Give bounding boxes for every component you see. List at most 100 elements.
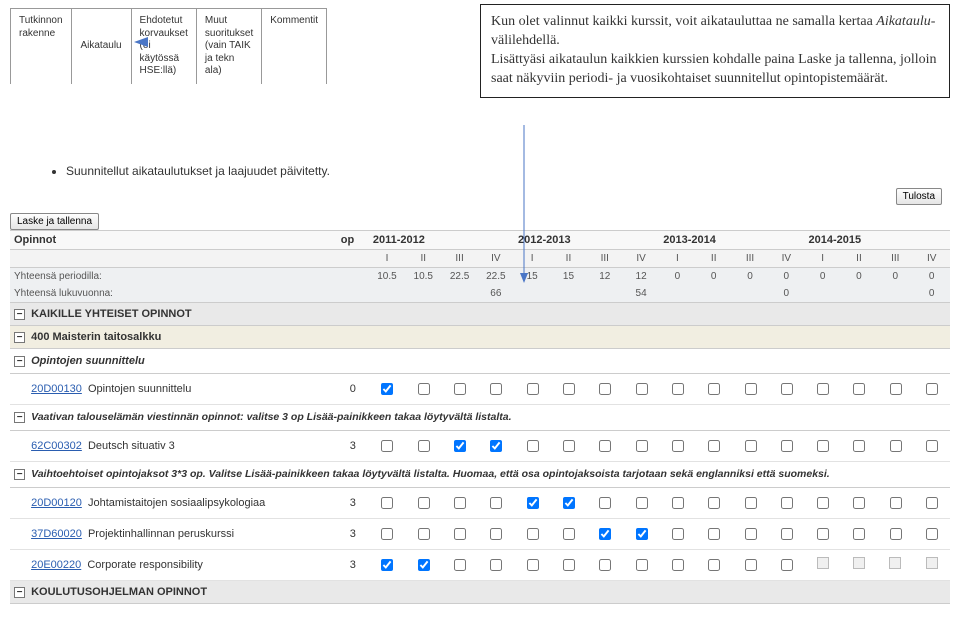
period-checkbox[interactable]	[745, 440, 757, 452]
period-checkbox[interactable]	[527, 383, 539, 395]
period-checkbox[interactable]	[926, 497, 938, 509]
period-checkbox[interactable]	[381, 440, 393, 452]
tab-muut-suoritukset[interactable]: Muutsuoritukset(vain TAIKja teknala)	[197, 8, 262, 84]
period-checkbox[interactable]	[926, 528, 938, 540]
period-checkbox[interactable]	[418, 497, 430, 509]
period-checkbox[interactable]	[745, 497, 757, 509]
annotation-text: Kun olet valinnut kaikki kurssit, voit a…	[491, 14, 876, 29]
period-checkbox[interactable]	[563, 383, 575, 395]
period-checkbox[interactable]	[418, 559, 430, 571]
course-code-link[interactable]: 20E00220	[31, 559, 81, 571]
period-checkbox[interactable]	[890, 383, 902, 395]
tab-tutkinnon-rakenne[interactable]: Tutkinnonrakenne	[10, 8, 72, 84]
print-button[interactable]: Tulosta	[896, 188, 942, 205]
period-checkbox[interactable]	[454, 497, 466, 509]
period-checkbox[interactable]	[454, 440, 466, 452]
period-checkbox[interactable]	[381, 559, 393, 571]
period-checkbox[interactable]	[708, 559, 720, 571]
period-checkbox[interactable]	[527, 559, 539, 571]
period-checkbox[interactable]	[636, 383, 648, 395]
period-checkbox[interactable]	[853, 440, 865, 452]
col-year-1: 2011-2012	[369, 230, 514, 249]
period-checkbox[interactable]	[490, 528, 502, 540]
period-checkbox[interactable]	[636, 440, 648, 452]
collapse-toggle[interactable]: −	[14, 332, 25, 343]
period-checkbox[interactable]	[817, 497, 829, 509]
period-checkbox[interactable]	[381, 497, 393, 509]
period-checkbox[interactable]	[636, 528, 648, 540]
period-checkbox[interactable]	[418, 528, 430, 540]
period-checkbox[interactable]	[381, 528, 393, 540]
period-checkbox[interactable]	[926, 440, 938, 452]
period-checkbox[interactable]	[490, 559, 502, 571]
collapse-toggle[interactable]: −	[14, 412, 25, 423]
period-checkbox[interactable]	[418, 383, 430, 395]
period-checkbox[interactable]	[781, 383, 793, 395]
tab-label: Kommentit	[270, 15, 318, 26]
collapse-toggle[interactable]: −	[14, 356, 25, 367]
period-checkbox[interactable]	[890, 440, 902, 452]
period-checkbox[interactable]	[708, 440, 720, 452]
course-code-link[interactable]: 37D60020	[31, 528, 82, 540]
period-checkbox[interactable]	[672, 559, 684, 571]
period-checkbox[interactable]	[454, 383, 466, 395]
period-checkbox[interactable]	[527, 497, 539, 509]
period-checkbox[interactable]	[636, 497, 648, 509]
period-checkbox[interactable]	[781, 497, 793, 509]
period-checkbox[interactable]	[817, 528, 829, 540]
period-checkbox[interactable]	[853, 528, 865, 540]
course-code-link[interactable]: 20D00120	[31, 497, 82, 509]
period-checkbox[interactable]	[708, 383, 720, 395]
period-checkbox[interactable]	[527, 440, 539, 452]
tab-kommentit[interactable]: Kommentit	[262, 8, 327, 84]
course-code-link[interactable]: 62C00302	[31, 440, 82, 452]
period-checkbox[interactable]	[418, 440, 430, 452]
period-checkbox[interactable]	[599, 440, 611, 452]
period-checkbox[interactable]	[381, 383, 393, 395]
period-checkbox[interactable]	[563, 528, 575, 540]
period-checkbox[interactable]	[781, 559, 793, 571]
period-checkbox[interactable]	[926, 383, 938, 395]
period-checkbox[interactable]	[563, 440, 575, 452]
col-opinnot: Opinnot	[10, 230, 337, 249]
period-checkbox[interactable]	[490, 383, 502, 395]
period-checkbox[interactable]	[890, 497, 902, 509]
period-checkbox[interactable]	[599, 497, 611, 509]
period-checkbox[interactable]	[454, 528, 466, 540]
collapse-toggle[interactable]: −	[14, 469, 25, 480]
tab-aikataulu[interactable]: Aikataulu	[72, 8, 132, 84]
period-checkbox[interactable]	[817, 383, 829, 395]
period-checkbox[interactable]	[454, 559, 466, 571]
period-checkbox[interactable]	[817, 440, 829, 452]
period-checkbox[interactable]	[636, 559, 648, 571]
collapse-toggle[interactable]: −	[14, 587, 25, 598]
period-checkbox[interactable]	[708, 497, 720, 509]
period-checkbox[interactable]	[781, 440, 793, 452]
period-checkbox[interactable]	[490, 440, 502, 452]
period-checkbox[interactable]	[672, 383, 684, 395]
period-checkbox[interactable]	[708, 528, 720, 540]
period-checkbox-disabled	[889, 557, 901, 569]
period-checkbox[interactable]	[672, 497, 684, 509]
period-checkbox[interactable]	[599, 528, 611, 540]
period-checkbox[interactable]	[563, 497, 575, 509]
period-checkbox[interactable]	[490, 497, 502, 509]
period-checkbox[interactable]	[672, 528, 684, 540]
period-checkbox[interactable]	[745, 383, 757, 395]
period-checkbox[interactable]	[527, 528, 539, 540]
period-checkbox[interactable]	[745, 559, 757, 571]
period-checkbox[interactable]	[890, 528, 902, 540]
course-code-link[interactable]: 20D00130	[31, 383, 82, 395]
period-checkbox[interactable]	[599, 559, 611, 571]
period-checkbox[interactable]	[853, 383, 865, 395]
period-checkbox[interactable]	[563, 559, 575, 571]
col-year-4: 2014-2015	[805, 230, 950, 249]
status-message: Suunnitellut aikataulutukset ja laajuude…	[66, 164, 960, 178]
period-checkbox[interactable]	[599, 383, 611, 395]
period-checkbox[interactable]	[781, 528, 793, 540]
period-checkbox[interactable]	[853, 497, 865, 509]
calc-save-button[interactable]: Laske ja tallenna	[10, 213, 99, 230]
collapse-toggle[interactable]: −	[14, 309, 25, 320]
period-checkbox[interactable]	[672, 440, 684, 452]
period-checkbox[interactable]	[745, 528, 757, 540]
